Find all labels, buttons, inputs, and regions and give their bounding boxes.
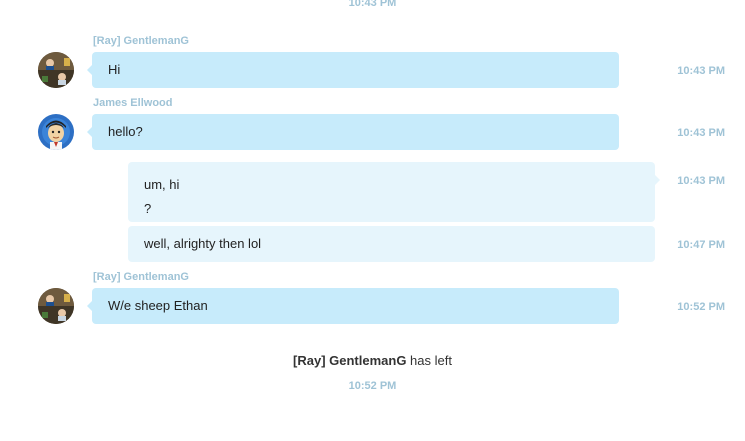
message-timestamp: 10:52 PM: [677, 301, 725, 313]
message-timestamp: 10:47 PM: [677, 239, 725, 251]
message-text: Hi: [108, 62, 121, 77]
message-timestamp: 10:43 PM: [677, 175, 725, 187]
message-timestamp: 10:43 PM: [348, 0, 397, 9]
message-timestamp: 10:43 PM: [677, 127, 725, 139]
message-bubble[interactable]: hello?: [87, 114, 619, 150]
message-text: W/e sheep Ethan: [108, 298, 208, 313]
ray-avatar-icon[interactable]: [38, 52, 74, 88]
system-message-action: has left: [406, 353, 452, 368]
message-text: ?: [144, 201, 152, 216]
system-message-timestamp: 10:52 PM: [348, 380, 397, 392]
sender-name[interactable]: [Ray] GentlemanG: [93, 35, 189, 47]
message-text: well, alrighty then lol: [144, 236, 262, 251]
system-message-user[interactable]: [Ray] GentlemanG: [293, 353, 406, 368]
system-message: [Ray] GentlemanG has left: [0, 353, 745, 368]
ray-avatar-icon[interactable]: [38, 288, 74, 324]
james-avatar-icon[interactable]: [38, 114, 74, 150]
message-timestamp: 10:43 PM: [677, 65, 725, 77]
sender-name[interactable]: James Ellwood: [93, 97, 172, 109]
message-bubble[interactable]: well, alrighty then lol: [128, 226, 655, 262]
message-bubble[interactable]: Hi: [87, 52, 619, 88]
sender-name[interactable]: [Ray] GentlemanG: [93, 271, 189, 283]
message-text: hello?: [108, 124, 143, 139]
message-bubble[interactable]: W/e sheep Ethan: [87, 288, 619, 324]
message-bubble[interactable]: um, hi ?: [128, 162, 660, 222]
message-text: um, hi: [144, 177, 180, 192]
